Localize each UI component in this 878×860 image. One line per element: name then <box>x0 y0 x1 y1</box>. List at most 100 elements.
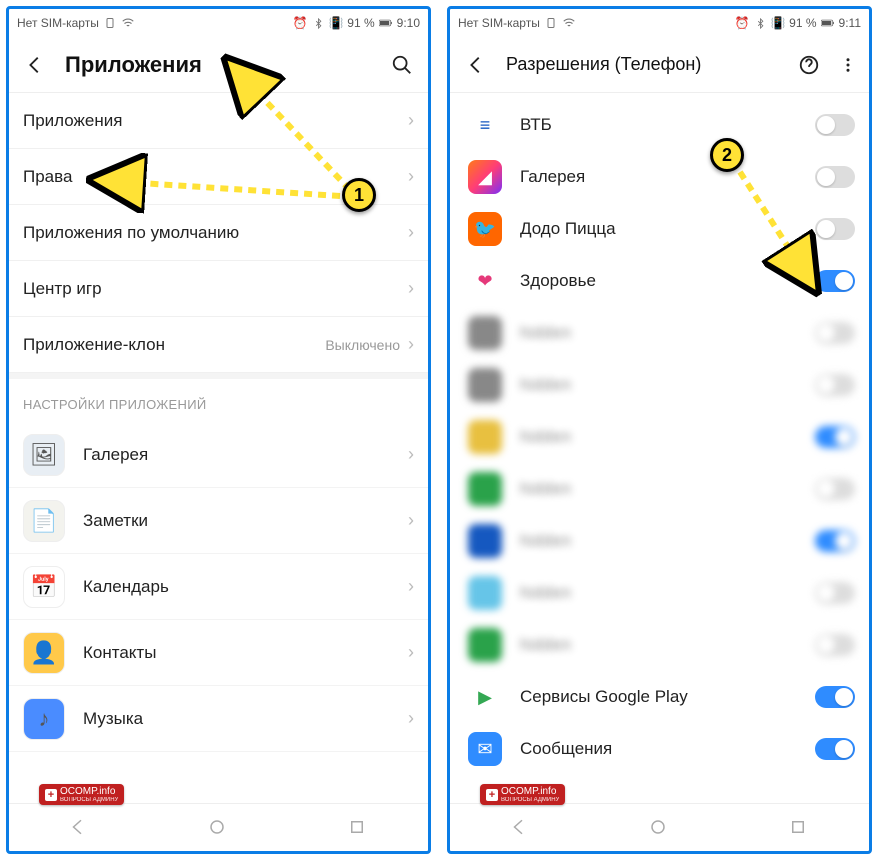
wifi-icon <box>562 16 576 30</box>
app-row[interactable]: ♪ Музыка › <box>9 686 428 752</box>
carrier-label: Нет SIM-карты <box>17 16 99 30</box>
app-label: hidden <box>520 635 797 655</box>
chevron-right-icon: › <box>408 444 414 465</box>
app-icon: ◢ <box>468 160 502 194</box>
permission-row[interactable]: hidden <box>450 307 869 359</box>
app-row[interactable]: 🖼 Галерея › <box>9 422 428 488</box>
nav-recent-icon[interactable] <box>789 818 809 838</box>
app-row[interactable]: 📅 Календарь › <box>9 554 428 620</box>
nav-recent-icon[interactable] <box>348 818 368 838</box>
app-icon: 📄 <box>23 500 65 542</box>
vibrate-icon: 📳 <box>329 16 343 30</box>
row-label: Центр игр <box>23 279 408 299</box>
permission-row[interactable]: ❤ Здоровье <box>450 255 869 307</box>
chevron-right-icon: › <box>408 576 414 597</box>
alarm-icon: ⏰ <box>293 16 307 30</box>
page-title: Приложения <box>65 52 372 78</box>
battery-percent: 91 % <box>347 16 374 30</box>
chevron-right-icon: › <box>408 334 414 355</box>
nav-home-icon[interactable] <box>649 818 669 838</box>
permission-toggle[interactable] <box>815 114 855 136</box>
permission-toggle[interactable] <box>815 166 855 188</box>
nav-back-icon[interactable] <box>510 818 530 838</box>
permission-toggle[interactable] <box>815 270 855 292</box>
row-meta: Выключено <box>325 337 400 353</box>
app-icon: 🖼 <box>23 434 65 476</box>
row-game-center[interactable]: Центр игр › <box>9 261 428 317</box>
row-label: Приложение-клон <box>23 335 325 355</box>
row-app-twin[interactable]: Приложение-клон Выключено › <box>9 317 428 373</box>
watermark-text: OCOMP.info <box>60 786 115 797</box>
permission-row[interactable]: ▶ Сервисы Google Play <box>450 671 869 723</box>
permission-row[interactable]: ◢ Галерея <box>450 151 869 203</box>
header: Разрешения (Телефон) <box>450 37 869 93</box>
permission-row[interactable]: 🐦 Додо Пицца <box>450 203 869 255</box>
app-icon: ≡ <box>468 108 502 142</box>
app-row[interactable]: 👤 Контакты › <box>9 620 428 686</box>
permission-toggle[interactable] <box>815 686 855 708</box>
permission-row[interactable]: hidden <box>450 411 869 463</box>
permission-toggle[interactable] <box>815 426 855 448</box>
permission-toggle[interactable] <box>815 530 855 552</box>
clock-label: 9:10 <box>397 16 420 30</box>
permission-row[interactable]: hidden <box>450 359 869 411</box>
permission-toggle[interactable] <box>815 738 855 760</box>
carrier-label: Нет SIM-карты <box>458 16 540 30</box>
row-label: Права <box>23 167 408 187</box>
row-apps[interactable]: Приложения › <box>9 93 428 149</box>
help-button[interactable] <box>795 51 823 79</box>
watermark-sub: ВОПРОСЫ АДМИНУ <box>501 797 559 803</box>
permission-row[interactable]: hidden <box>450 619 869 671</box>
chevron-right-icon: › <box>408 166 414 187</box>
app-label: hidden <box>520 427 797 447</box>
permission-toggle[interactable] <box>815 218 855 240</box>
permission-row[interactable]: ✉ Сообщения <box>450 723 869 775</box>
back-button[interactable] <box>21 51 49 79</box>
phone-right: Нет SIM-карты ⏰ 📳 91 % 9:11 Разрешения ( <box>447 6 872 854</box>
nav-back-icon[interactable] <box>69 818 89 838</box>
alarm-icon: ⏰ <box>735 16 749 30</box>
app-label: Галерея <box>520 167 797 187</box>
app-icon <box>468 420 502 454</box>
back-button[interactable] <box>462 51 490 79</box>
app-icon: ♪ <box>23 698 65 740</box>
row-default-apps[interactable]: Приложения по умолчанию › <box>9 205 428 261</box>
permission-toggle[interactable] <box>815 322 855 344</box>
battery-percent: 91 % <box>789 16 816 30</box>
permission-row[interactable]: hidden <box>450 567 869 619</box>
permission-toggle[interactable] <box>815 374 855 396</box>
more-button[interactable] <box>839 51 857 79</box>
app-icon <box>468 628 502 662</box>
app-icon: ▶ <box>468 680 502 714</box>
permission-toggle[interactable] <box>815 582 855 604</box>
app-label: Сообщения <box>520 739 797 759</box>
app-icon: ✉ <box>468 732 502 766</box>
apps-settings-list: Приложения › Права › Приложения по умолч… <box>9 93 428 803</box>
battery-icon <box>379 16 393 30</box>
nav-bar <box>450 803 869 851</box>
nav-home-icon[interactable] <box>208 818 228 838</box>
search-button[interactable] <box>388 51 416 79</box>
app-row[interactable]: 📄 Заметки › <box>9 488 428 554</box>
permission-row[interactable]: hidden <box>450 515 869 567</box>
app-label: hidden <box>520 583 797 603</box>
sim-icon <box>544 16 558 30</box>
app-label: Здоровье <box>520 271 797 291</box>
app-icon <box>468 316 502 350</box>
app-label: hidden <box>520 531 797 551</box>
permission-row[interactable]: ≡ ВТБ <box>450 99 869 151</box>
app-icon <box>468 576 502 610</box>
permission-toggle[interactable] <box>815 634 855 656</box>
app-label: Календарь <box>83 577 390 597</box>
row-label: Приложения по умолчанию <box>23 223 408 243</box>
status-bar: Нет SIM-карты ⏰ 📳 91 % 9:11 <box>450 9 869 37</box>
phone-left: Нет SIM-карты ⏰ 📳 91 % 9:10 Приложения <box>6 6 431 854</box>
chevron-right-icon: › <box>408 510 414 531</box>
permissions-list: ≡ ВТБ ◢ Галерея 🐦 Додо Пицца ❤ Здоровье … <box>450 93 869 803</box>
page-title: Разрешения (Телефон) <box>506 54 779 75</box>
row-permissions[interactable]: Права › <box>9 149 428 205</box>
chevron-right-icon: › <box>408 110 414 131</box>
permission-toggle[interactable] <box>815 478 855 500</box>
watermark-text: OCOMP.info <box>501 786 556 797</box>
permission-row[interactable]: hidden <box>450 463 869 515</box>
